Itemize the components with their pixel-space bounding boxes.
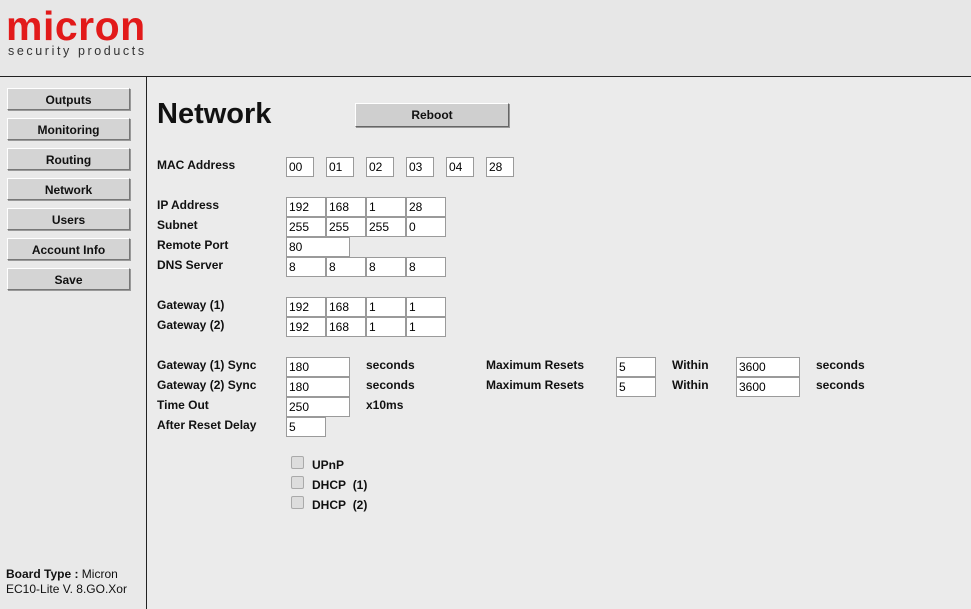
gateway-2-octet-1[interactable]: 192 xyxy=(286,317,326,337)
dns-octet-4[interactable]: 8 xyxy=(406,257,446,277)
max-resets-1-label: Maximum Resets xyxy=(486,358,585,372)
ip-octet-2[interactable]: 168 xyxy=(326,197,366,217)
timeout-input[interactable]: 250 xyxy=(286,397,350,417)
gateway-2-octet-4[interactable]: 1 xyxy=(406,317,446,337)
ip-address-label: IP Address xyxy=(157,198,220,212)
timeout-unit: x10ms xyxy=(366,398,404,412)
mac-octet-2[interactable]: 01 xyxy=(326,157,354,177)
sidebar-item-routing[interactable]: Routing xyxy=(7,148,130,170)
board-type-info: Board Type : Micron EC10-Lite V. 8.GO.Xo… xyxy=(6,567,127,597)
max-resets-2-input[interactable]: 5 xyxy=(616,377,656,397)
logo-tagline: security products xyxy=(8,44,147,58)
sidebar-item-outputs[interactable]: Outputs xyxy=(7,88,130,110)
gateway-1-octet-3[interactable]: 1 xyxy=(366,297,406,317)
remote-port-input[interactable]: 80 xyxy=(286,237,350,257)
ip-octet-4[interactable]: 28 xyxy=(406,197,446,217)
reset-delay-label: After Reset Delay xyxy=(157,418,257,432)
ip-octet-3[interactable]: 1 xyxy=(366,197,406,217)
gateway-2-sync-unit: seconds xyxy=(366,378,415,392)
reset-delay-input[interactable]: 5 xyxy=(286,417,326,437)
within-2-unit: seconds xyxy=(816,378,865,392)
dns-octet-1[interactable]: 8 xyxy=(286,257,326,277)
gateway-1-octet-1[interactable]: 192 xyxy=(286,297,326,317)
timeout-label: Time Out xyxy=(157,398,209,412)
dns-octet-2[interactable]: 8 xyxy=(326,257,366,277)
board-type-version: EC10-Lite V. 8.GO.Xor xyxy=(6,582,127,596)
logo: micron xyxy=(6,3,146,49)
header: micron security products xyxy=(0,0,971,77)
main-content: Network Reboot MAC Address 00 01 02 03 0… xyxy=(147,77,971,609)
gateway-1-sync-unit: seconds xyxy=(366,358,415,372)
gateway-2-sync-label: Gateway (2) Sync xyxy=(157,378,257,392)
upnp-label: UPnP xyxy=(312,458,345,472)
within-2-input[interactable]: 3600 xyxy=(736,377,800,397)
max-resets-2-label: Maximum Resets xyxy=(486,378,585,392)
mac-octet-4[interactable]: 03 xyxy=(406,157,434,177)
mac-octet-6[interactable]: 28 xyxy=(486,157,514,177)
mac-octet-1[interactable]: 00 xyxy=(286,157,314,177)
sidebar-item-account-info[interactable]: Account Info xyxy=(7,238,130,260)
gateway-1-sync-input[interactable]: 180 xyxy=(286,357,350,377)
within-1-input[interactable]: 3600 xyxy=(736,357,800,377)
within-1-unit: seconds xyxy=(816,358,865,372)
within-1-label: Within xyxy=(672,358,709,372)
mac-octet-3[interactable]: 02 xyxy=(366,157,394,177)
sidebar-item-users[interactable]: Users xyxy=(7,208,130,230)
gateway-1-sync-label: Gateway (1) Sync xyxy=(157,358,257,372)
dhcp-2-label: DHCP (2) xyxy=(312,498,367,512)
gateway-2-sync-input[interactable]: 180 xyxy=(286,377,350,397)
mac-address-label: MAC Address xyxy=(157,158,236,172)
mac-octet-5[interactable]: 04 xyxy=(446,157,474,177)
within-2-label: Within xyxy=(672,378,709,392)
subnet-octet-3[interactable]: 255 xyxy=(366,217,406,237)
dhcp-1-text: DHCP xyxy=(312,478,347,492)
dhcp-1-checkbox[interactable] xyxy=(291,476,304,489)
gateway-2-octet-2[interactable]: 168 xyxy=(326,317,366,337)
gateway-1-octet-2[interactable]: 168 xyxy=(326,297,366,317)
upnp-checkbox[interactable] xyxy=(291,456,304,469)
dhcp-2-checkbox[interactable] xyxy=(291,496,304,509)
gateway-2-octet-3[interactable]: 1 xyxy=(366,317,406,337)
sidebar-item-network[interactable]: Network xyxy=(7,178,130,200)
board-type-label: Board Type : xyxy=(6,567,79,581)
page-title: Network xyxy=(157,98,272,130)
reboot-button[interactable]: Reboot xyxy=(355,103,509,127)
sidebar-item-monitoring[interactable]: Monitoring xyxy=(7,118,130,140)
subnet-octet-2[interactable]: 255 xyxy=(326,217,366,237)
sidebar-item-save[interactable]: Save xyxy=(7,268,130,290)
board-type-value: Micron xyxy=(81,567,118,581)
dns-octet-3[interactable]: 8 xyxy=(366,257,406,277)
dhcp-1-label: DHCP (1) xyxy=(312,478,367,492)
dhcp-1-number: (1) xyxy=(352,478,368,492)
gateway-1-octet-4[interactable]: 1 xyxy=(406,297,446,317)
max-resets-1-input[interactable]: 5 xyxy=(616,357,656,377)
sidebar: Outputs Monitoring Routing Network Users… xyxy=(0,77,147,609)
dhcp-2-text: DHCP xyxy=(312,498,347,512)
subnet-octet-1[interactable]: 255 xyxy=(286,217,326,237)
subnet-label: Subnet xyxy=(157,218,198,232)
gateway-1-label: Gateway (1) xyxy=(157,298,225,312)
remote-port-label: Remote Port xyxy=(157,238,229,252)
gateway-2-label: Gateway (2) xyxy=(157,318,225,332)
dhcp-2-number: (2) xyxy=(352,498,368,512)
dns-server-label: DNS Server xyxy=(157,258,224,272)
subnet-octet-4[interactable]: 0 xyxy=(406,217,446,237)
ip-octet-1[interactable]: 192 xyxy=(286,197,326,217)
